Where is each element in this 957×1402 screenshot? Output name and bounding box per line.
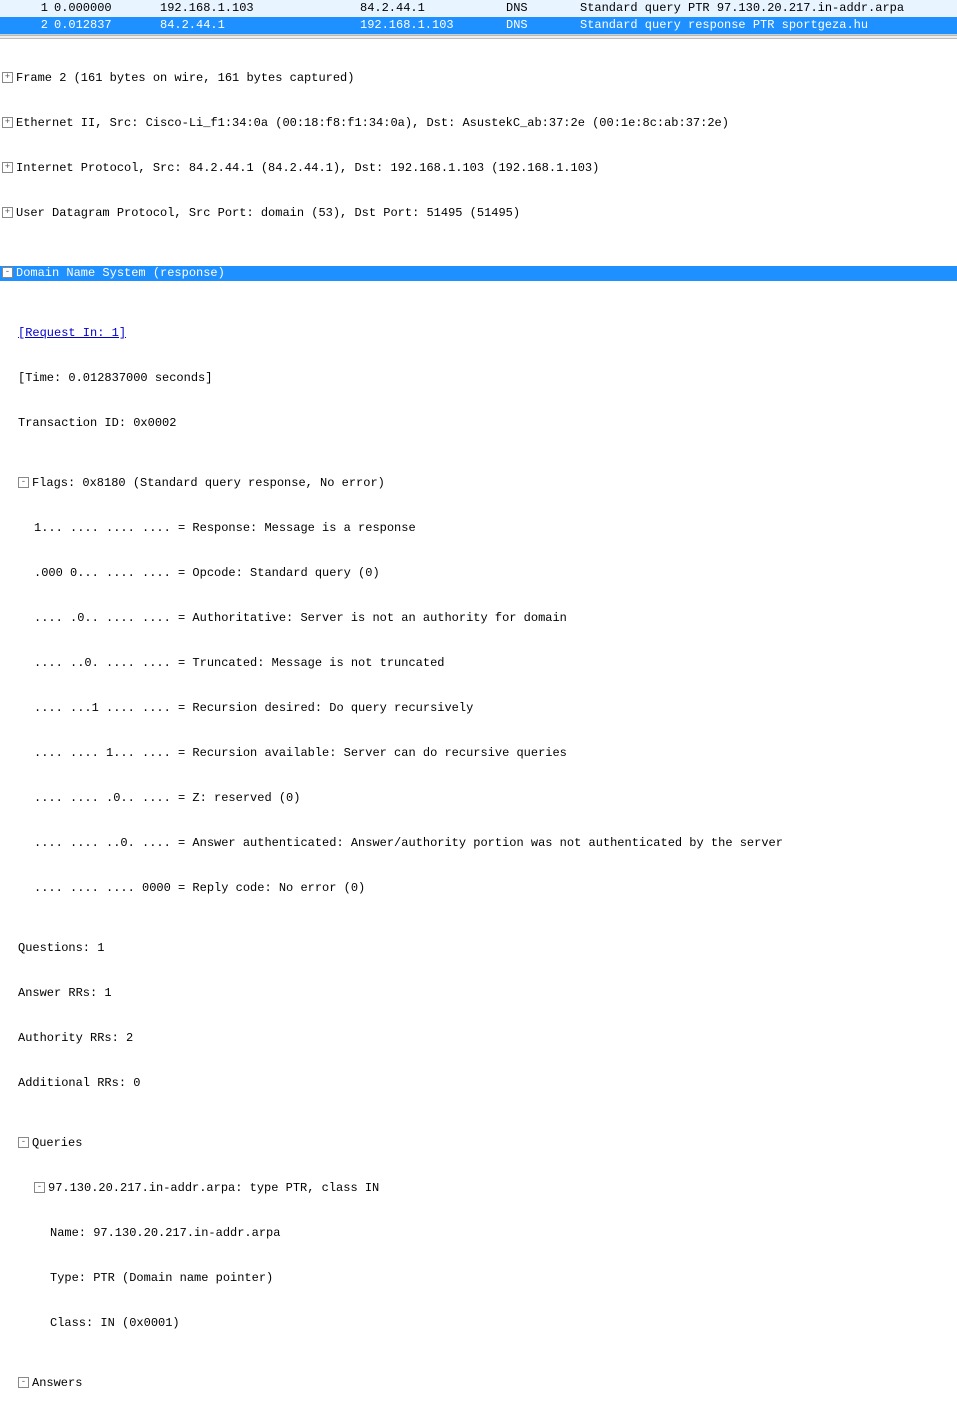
col-destination: 84.2.44.1 — [360, 1, 506, 16]
collapse-icon[interactable]: - — [2, 267, 13, 278]
tree-row-additional-rrs[interactable]: Additional RRs: 0 — [0, 1076, 957, 1091]
tree-row-flag[interactable]: .... ...1 .... .... = Recursion desired:… — [0, 701, 957, 716]
tree-label: Domain Name System (response) — [16, 266, 225, 280]
tree-label: Queries — [32, 1136, 82, 1150]
tree-row-flag[interactable]: .... .... .0.. .... = Z: reserved (0) — [0, 791, 957, 806]
col-protocol: DNS — [506, 18, 580, 33]
collapse-icon[interactable]: - — [18, 477, 29, 488]
col-time: 0.000000 — [54, 1, 160, 16]
col-source: 84.2.44.1 — [160, 18, 360, 33]
tree-row-time[interactable]: [Time: 0.012837000 seconds] — [0, 371, 957, 386]
packet-row[interactable]: 1 0.000000 192.168.1.103 84.2.44.1 DNS S… — [0, 0, 957, 17]
tree-row-ethernet[interactable]: +Ethernet II, Src: Cisco-Li_f1:34:0a (00… — [0, 116, 957, 131]
tree-row-flag[interactable]: .... .0.. .... .... = Authoritative: Ser… — [0, 611, 957, 626]
tree-label: Ethernet II, Src: Cisco-Li_f1:34:0a (00:… — [16, 116, 729, 130]
tree-row-query-class[interactable]: Class: IN (0x0001) — [0, 1316, 957, 1331]
col-number: 2 — [0, 18, 54, 33]
collapse-icon[interactable]: - — [18, 1137, 29, 1148]
tree-label: Frame 2 (161 bytes on wire, 161 bytes ca… — [16, 71, 354, 85]
tree-label: Flags: 0x8180 (Standard query response, … — [32, 476, 385, 490]
tree-row-flag[interactable]: .... ..0. .... .... = Truncated: Message… — [0, 656, 957, 671]
request-in-link[interactable]: [Request In: 1] — [18, 326, 126, 340]
packet-list: 1 0.000000 192.168.1.103 84.2.44.1 DNS S… — [0, 0, 957, 35]
tree-row-dns[interactable]: -Domain Name System (response) — [0, 266, 957, 281]
tree-row-query-name[interactable]: Name: 97.130.20.217.in-addr.arpa — [0, 1226, 957, 1241]
tree-label: User Datagram Protocol, Src Port: domain… — [16, 206, 520, 220]
tree-label: 97.130.20.217.in-addr.arpa: type PTR, cl… — [48, 1181, 379, 1195]
expand-icon[interactable]: + — [2, 162, 13, 173]
tree-row-answer-rrs[interactable]: Answer RRs: 1 — [0, 986, 957, 1001]
tree-row-txid[interactable]: Transaction ID: 0x0002 — [0, 416, 957, 431]
col-info: Standard query response PTR sportgeza.hu — [580, 18, 957, 33]
tree-row-flag[interactable]: .... .... 1... .... = Recursion availabl… — [0, 746, 957, 761]
collapse-icon[interactable]: - — [34, 1182, 45, 1193]
col-time: 0.012837 — [54, 18, 160, 33]
tree-label: Answers — [32, 1376, 82, 1390]
collapse-icon[interactable]: - — [18, 1377, 29, 1388]
detail-tree: +Frame 2 (161 bytes on wire, 161 bytes c… — [0, 39, 957, 1402]
expand-icon[interactable]: + — [2, 72, 13, 83]
tree-row-queries[interactable]: -Queries — [0, 1136, 957, 1151]
col-protocol: DNS — [506, 1, 580, 16]
tree-row-answers[interactable]: -Answers — [0, 1376, 957, 1391]
tree-row-query[interactable]: -97.130.20.217.in-addr.arpa: type PTR, c… — [0, 1181, 957, 1196]
col-source: 192.168.1.103 — [160, 1, 360, 16]
packet-row-selected[interactable]: 2 0.012837 84.2.44.1 192.168.1.103 DNS S… — [0, 17, 957, 34]
col-info: Standard query PTR 97.130.20.217.in-addr… — [580, 1, 957, 16]
tree-row-udp[interactable]: +User Datagram Protocol, Src Port: domai… — [0, 206, 957, 221]
tree-row-flag[interactable]: .000 0... .... .... = Opcode: Standard q… — [0, 566, 957, 581]
col-number: 1 — [0, 1, 54, 16]
tree-row-questions[interactable]: Questions: 1 — [0, 941, 957, 956]
tree-row-authority-rrs[interactable]: Authority RRs: 2 — [0, 1031, 957, 1046]
expand-icon[interactable]: + — [2, 117, 13, 128]
tree-row-request-in[interactable]: [Request In: 1] — [0, 326, 957, 341]
tree-row-flag[interactable]: .... .... .... 0000 = Reply code: No err… — [0, 881, 957, 896]
tree-row-flags[interactable]: -Flags: 0x8180 (Standard query response,… — [0, 476, 957, 491]
tree-row-flag[interactable]: 1... .... .... .... = Response: Message … — [0, 521, 957, 536]
col-destination: 192.168.1.103 — [360, 18, 506, 33]
tree-label: Internet Protocol, Src: 84.2.44.1 (84.2.… — [16, 161, 599, 175]
expand-icon[interactable]: + — [2, 207, 13, 218]
tree-row-flag[interactable]: .... .... ..0. .... = Answer authenticat… — [0, 836, 957, 851]
tree-row-ip[interactable]: +Internet Protocol, Src: 84.2.44.1 (84.2… — [0, 161, 957, 176]
tree-row-query-type[interactable]: Type: PTR (Domain name pointer) — [0, 1271, 957, 1286]
tree-row-frame[interactable]: +Frame 2 (161 bytes on wire, 161 bytes c… — [0, 71, 957, 86]
